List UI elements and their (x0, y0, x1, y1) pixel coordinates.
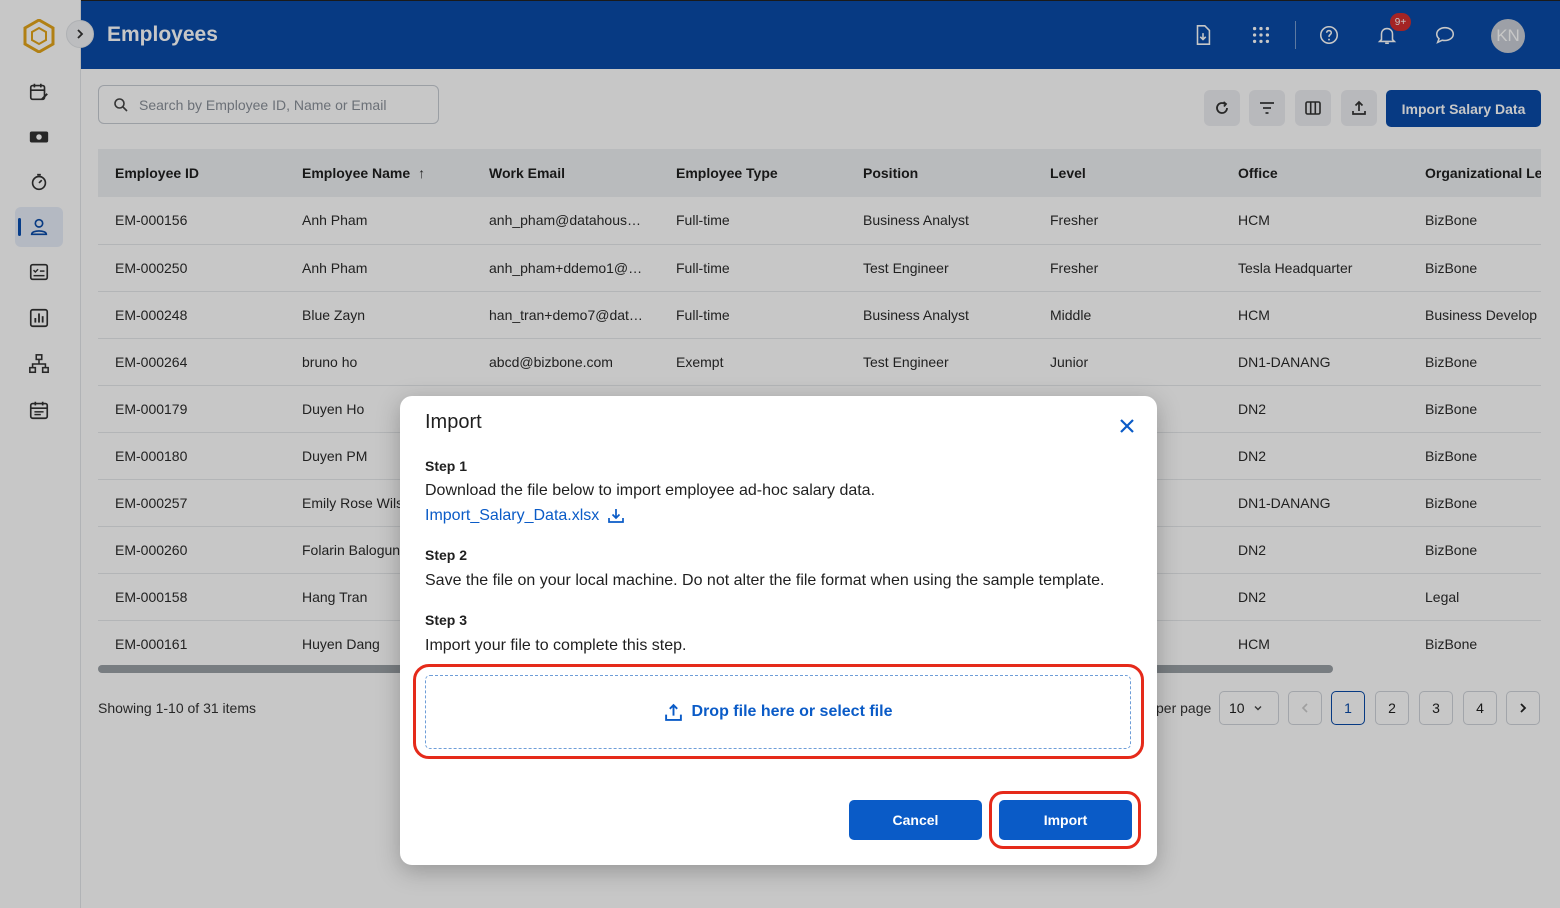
download-icon[interactable] (607, 507, 625, 525)
step2-text: Save the file on your local machine. Do … (425, 572, 1105, 589)
step1-label: Step 1 (425, 458, 468, 474)
highlight-annotation-import (989, 791, 1141, 849)
step3-label: Step 3 (425, 612, 468, 628)
step3-text: Import your file to complete this step. (425, 637, 687, 654)
cancel-button[interactable]: Cancel (849, 800, 982, 840)
step2-label: Step 2 (425, 547, 468, 563)
highlight-annotation-dropzone (413, 664, 1144, 759)
template-download-link[interactable]: Import_Salary_Data.xlsx (425, 507, 625, 525)
step1-text: Download the file below to import employ… (425, 482, 876, 499)
dialog-title: Import (425, 411, 482, 433)
import-dialog: Import Step 1 Download the file below to… (400, 396, 1157, 865)
close-icon (1120, 419, 1134, 433)
close-button[interactable] (1114, 413, 1140, 439)
template-file-name[interactable]: Import_Salary_Data.xlsx (425, 507, 599, 525)
